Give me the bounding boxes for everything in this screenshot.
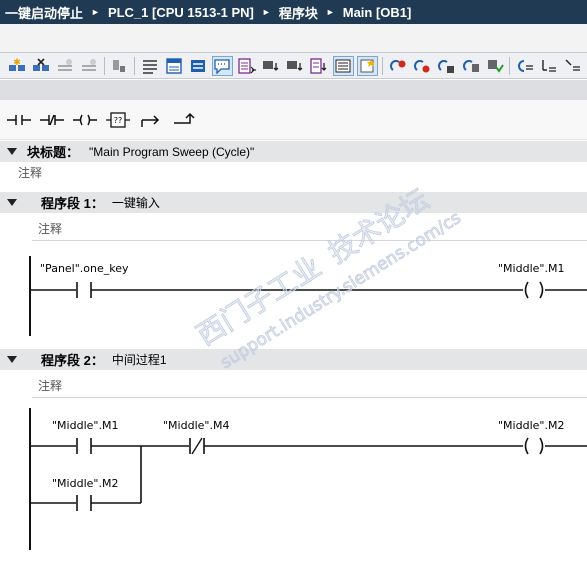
absolute-operands-icon[interactable] [139,56,160,76]
toolbar-separator [103,56,105,75]
svg-text:??: ?? [114,116,123,125]
network-1-title[interactable]: 一键输入 [112,194,160,211]
network-1-label: 程序段 1： [41,196,104,211]
empty-box-icon[interactable]: ?? [103,107,133,133]
nc-contact-icon[interactable] [37,107,67,133]
display-icon[interactable] [109,56,130,76]
no-contact-icon[interactable] [4,107,34,133]
monitor-start-icon[interactable] [514,56,535,76]
block-comment[interactable]: 注释 [18,164,42,181]
favorites-band [0,80,587,100]
coil-tag-m1[interactable]: "Middle".M1 [498,262,564,275]
coil-tag-m2[interactable]: "Middle".M2 [498,419,564,432]
svg-text:✱: ✱ [13,58,21,68]
contact-m4-nc[interactable] [189,437,205,455]
chevron-right-icon: ► [91,7,100,17]
open-branch-icon[interactable] [136,107,166,133]
comment-divider [32,240,587,241]
expand-icon[interactable] [563,56,584,76]
symbolic-icon[interactable] [284,56,305,76]
contact-tag-m4[interactable]: "Middle".M4 [163,419,229,432]
list-icon[interactable] [332,55,355,76]
compare-icon[interactable] [460,56,481,76]
contact-m1[interactable] [30,438,92,454]
delete-call-icon[interactable] [412,56,433,76]
ladder-favorites-bar: ?? [0,100,587,140]
network-1-ladder: "Panel".one_key "Middle".M1 [0,248,587,338]
network-1-comment[interactable]: 注释 [38,220,62,237]
block-title-header[interactable]: 块标题： "Main Program Sweep (Cycle)" [0,141,587,162]
collapse-arrow-icon[interactable] [7,199,17,206]
branch-tag-m2[interactable]: "Middle".M2 [52,477,118,490]
contact-tag-m1[interactable]: "Middle".M1 [52,419,118,432]
network-2-comment[interactable]: 注释 [38,377,62,394]
network-1-header[interactable]: 程序段 1： 一键输入 [0,192,587,213]
collapse-arrow-icon[interactable] [7,356,17,363]
breadcrumb: 一键启动停止 ► PLC_1 [CPU 1513-1 PN] ► 程序块 ► M… [0,0,587,24]
network-2-title[interactable]: 中间过程1 [112,351,167,368]
update-call-icon[interactable] [436,56,457,76]
toolbar-separator [382,56,384,75]
close-branch-icon[interactable] [169,107,199,133]
comment-divider [32,397,587,398]
coil-m1[interactable] [524,281,587,299]
indent-icon[interactable] [539,56,560,76]
editor-tab-area [0,24,587,52]
address-info-icon[interactable] [260,56,281,76]
editor-toolbar: ✱ [0,52,587,79]
comments-icon[interactable] [211,55,233,76]
toolbar-separator [509,56,511,75]
contact-m2-branch[interactable] [30,495,92,511]
network-2-ladder: "Middle".M1 "Middle".M4 "Middle".M2 "Mid… [0,404,587,554]
insert-favorites-icon[interactable] [357,55,379,76]
block-title-label: 块标题： [27,145,80,160]
network-2-header[interactable]: 程序段 2： 中间过程1 [0,349,587,370]
call-block-icon[interactable] [387,56,408,76]
download-icon[interactable] [484,56,505,76]
contact-tag-one-key[interactable]: "Panel".one_key [40,262,129,275]
breadcrumb-project[interactable]: 一键启动停止 [5,3,83,22]
collapse-arrow-icon[interactable] [7,148,17,155]
favorites-icon[interactable] [236,56,257,76]
symbol-info-icon[interactable] [187,56,208,76]
network-overview-icon[interactable] [163,56,184,76]
coil-m2[interactable] [524,437,587,455]
breadcrumb-block[interactable]: Main [OB1] [343,5,412,20]
delete-network-icon[interactable] [30,56,51,76]
network-2-label: 程序段 2： [41,353,104,368]
branch-wire [91,446,142,504]
monitor-icon[interactable] [309,56,330,76]
block-title-value[interactable]: "Main Program Sweep (Cycle)" [89,145,254,159]
contact-one-key[interactable] [30,282,92,298]
toolbar-separator [134,56,136,75]
breadcrumb-device[interactable]: PLC_1 [CPU 1513-1 PN] [108,5,254,20]
chevron-right-icon: ► [325,7,335,17]
add-row-icon[interactable] [79,56,100,76]
coil-icon[interactable] [70,107,100,133]
chevron-right-icon: ► [261,7,271,17]
insert-row-icon[interactable] [54,56,75,76]
insert-network-icon[interactable]: ✱ [6,56,27,76]
breadcrumb-folder[interactable]: 程序块 [279,3,318,22]
